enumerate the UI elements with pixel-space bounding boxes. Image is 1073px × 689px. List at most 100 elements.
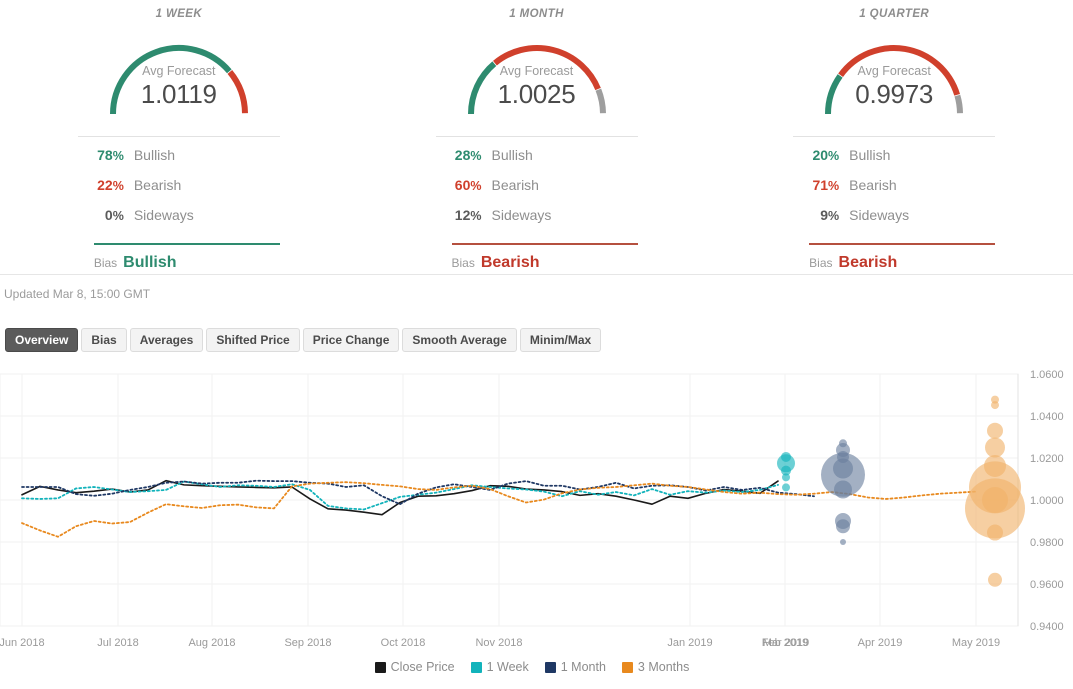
y-axis-tick-label: 0.9800 (1030, 537, 1064, 549)
bias-label: Bias (809, 256, 832, 270)
legend-item-3-months[interactable]: 3 Months (622, 660, 689, 674)
legend-swatch (471, 662, 482, 673)
gauge-chart: Avg Forecast 1.0025 (447, 22, 627, 122)
forecast-bubble[interactable] (782, 473, 790, 481)
stat-row-sideways: 12% Sideways (436, 207, 638, 237)
y-axis-tick-label: 0.9600 (1030, 579, 1064, 591)
legend-label: 1 Month (561, 660, 606, 674)
bias-value: Bearish (839, 254, 898, 272)
legend-item-1-month[interactable]: 1 Month (545, 660, 606, 674)
forecast-bubble[interactable] (988, 573, 1002, 587)
tab-smooth-average[interactable]: Smooth Average (402, 328, 516, 352)
stat-row-bullish: 28% Bullish (436, 147, 638, 177)
tab-price-change[interactable]: Price Change (303, 328, 400, 352)
panel-title: 1 MONTH (509, 8, 564, 20)
tab-minim-max[interactable]: Minim/Max (520, 328, 601, 352)
bullish-label: Bullish (492, 147, 533, 163)
stat-row-sideways: 9% Sideways (793, 207, 995, 237)
bullish-label: Bullish (134, 147, 175, 163)
gauge-arc-sideways (958, 96, 961, 114)
stat-row-bearish: 71% Bearish (793, 177, 995, 207)
sideways-percent: 0% (78, 207, 134, 223)
chart-svg: 1.0600 1.0400 1.0200 1.0000 0.9800 0.9600 0.94… (0, 366, 1073, 676)
stat-row-bearish: 22% Bearish (78, 177, 280, 207)
bullish-percent: 20% (793, 147, 849, 163)
x-axis-tick-label: Oct 2018 (381, 637, 426, 649)
forecast-bubble[interactable] (987, 525, 1003, 541)
sideways-label: Sideways (849, 207, 909, 223)
bias-label: Bias (452, 256, 475, 270)
stat-row-sideways: 0% Sideways (78, 207, 280, 237)
legend-item-close-price[interactable]: Close Price (375, 660, 455, 674)
tab-bias[interactable]: Bias (81, 328, 126, 352)
bias-row: Bias Bearish (436, 254, 638, 272)
forecast-bubble[interactable] (833, 459, 853, 479)
forecast-bubble[interactable] (836, 519, 850, 533)
sentiment-stats: 20% Bullish 71% Bearish 9% Sideways Bias… (793, 136, 995, 272)
panel-title: 1 QUARTER (859, 8, 929, 20)
x-axis-tick-label: Jun 2018 (0, 637, 45, 649)
legend-swatch (545, 662, 556, 673)
sentiment-stats: 28% Bullish 60% Bearish 12% Sideways Bia… (436, 136, 638, 272)
gauge-arc-bearish (230, 72, 245, 113)
forecast-panel-1-month: 1 MONTH Avg Forecast 1.0025 28% Bullish … (358, 4, 716, 272)
tab-overview[interactable]: Overview (5, 328, 78, 352)
x-axis-tick-label: Jan 2019 (667, 637, 712, 649)
bearish-label: Bearish (849, 177, 896, 193)
bearish-label: Bearish (492, 177, 539, 193)
legend-swatch (375, 662, 386, 673)
forecast-bubble[interactable] (985, 438, 1005, 458)
y-axis-tick-label: 1.0400 (1030, 411, 1064, 423)
legend-item-1-week[interactable]: 1 Week (471, 660, 529, 674)
gauge-chart: Avg Forecast 0.9973 (804, 22, 984, 122)
y-axis-tick-label: 1.0000 (1030, 495, 1064, 507)
forecast-panel-1-week: 1 WEEK Avg Forecast 1.0119 78% Bullish 2… (0, 4, 358, 272)
y-axis-tick-label: 1.0600 (1030, 369, 1064, 381)
forecast-bubble[interactable] (840, 539, 846, 545)
tab-shifted-price[interactable]: Shifted Price (206, 328, 299, 352)
bias-label: Bias (94, 256, 117, 270)
bias-row: Bias Bullish (78, 254, 280, 272)
forecast-bubble[interactable] (834, 481, 852, 499)
forecast-bubble[interactable] (982, 487, 1008, 513)
stat-row-bearish: 60% Bearish (436, 177, 638, 207)
forecast-panels: 1 WEEK Avg Forecast 1.0119 78% Bullish 2… (0, 0, 1073, 272)
forecast-bubble[interactable] (991, 401, 999, 409)
bullish-label: Bullish (849, 147, 890, 163)
bias-separator (452, 243, 638, 245)
forecast-panel-1-quarter: 1 QUARTER Avg Forecast 0.9973 20% Bullis… (715, 4, 1073, 272)
sideways-label: Sideways (134, 207, 194, 223)
x-axis-tick-label: Aug 2018 (188, 637, 235, 649)
y-axis-tick-label: 1.0200 (1030, 453, 1064, 465)
forecast-bubble[interactable] (782, 483, 790, 491)
sideways-label: Sideways (492, 207, 552, 223)
x-axis-tick-label: Mar 2019 (763, 637, 809, 649)
chart-legend: Close Price 1 Week 1 Month 3 Months (0, 658, 1073, 676)
bias-row: Bias Bearish (793, 254, 995, 272)
legend-label: 1 Week (487, 660, 529, 674)
stat-row-bullish: 78% Bullish (78, 147, 280, 177)
forecast-bubble[interactable] (987, 423, 1003, 439)
gauge-arc-bearish (494, 48, 597, 89)
legend-swatch (622, 662, 633, 673)
bearish-percent: 60% (436, 177, 492, 193)
bearish-percent: 71% (793, 177, 849, 193)
panel-title: 1 WEEK (156, 8, 203, 20)
bullish-percent: 78% (78, 147, 134, 163)
sentiment-stats: 78% Bullish 22% Bearish 0% Sideways Bias… (78, 136, 280, 272)
y-axis-tick-label: 0.9400 (1030, 621, 1064, 633)
bias-separator (809, 243, 995, 245)
bias-separator (94, 243, 280, 245)
forecast-chart: 1.0600 1.0400 1.0200 1.0000 0.9800 0.9600 0.94… (0, 366, 1073, 676)
gauge-svg (804, 22, 984, 122)
stat-row-bullish: 20% Bullish (793, 147, 995, 177)
forecast-poll-page: 1 WEEK Avg Forecast 1.0119 78% Bullish 2… (0, 0, 1073, 689)
tab-averages[interactable]: Averages (130, 328, 204, 352)
gauge-arc-bearish (841, 48, 958, 95)
gauge-arc-bullish (113, 48, 229, 114)
x-axis-tick-label: Nov 2018 (475, 637, 522, 649)
bullish-percent: 28% (436, 147, 492, 163)
sideways-percent: 12% (436, 207, 492, 223)
updated-timestamp: Updated Mar 8, 15:00 GMT (0, 275, 1073, 301)
chart-tab-bar: OverviewBiasAveragesShifted PricePrice C… (0, 328, 1073, 352)
